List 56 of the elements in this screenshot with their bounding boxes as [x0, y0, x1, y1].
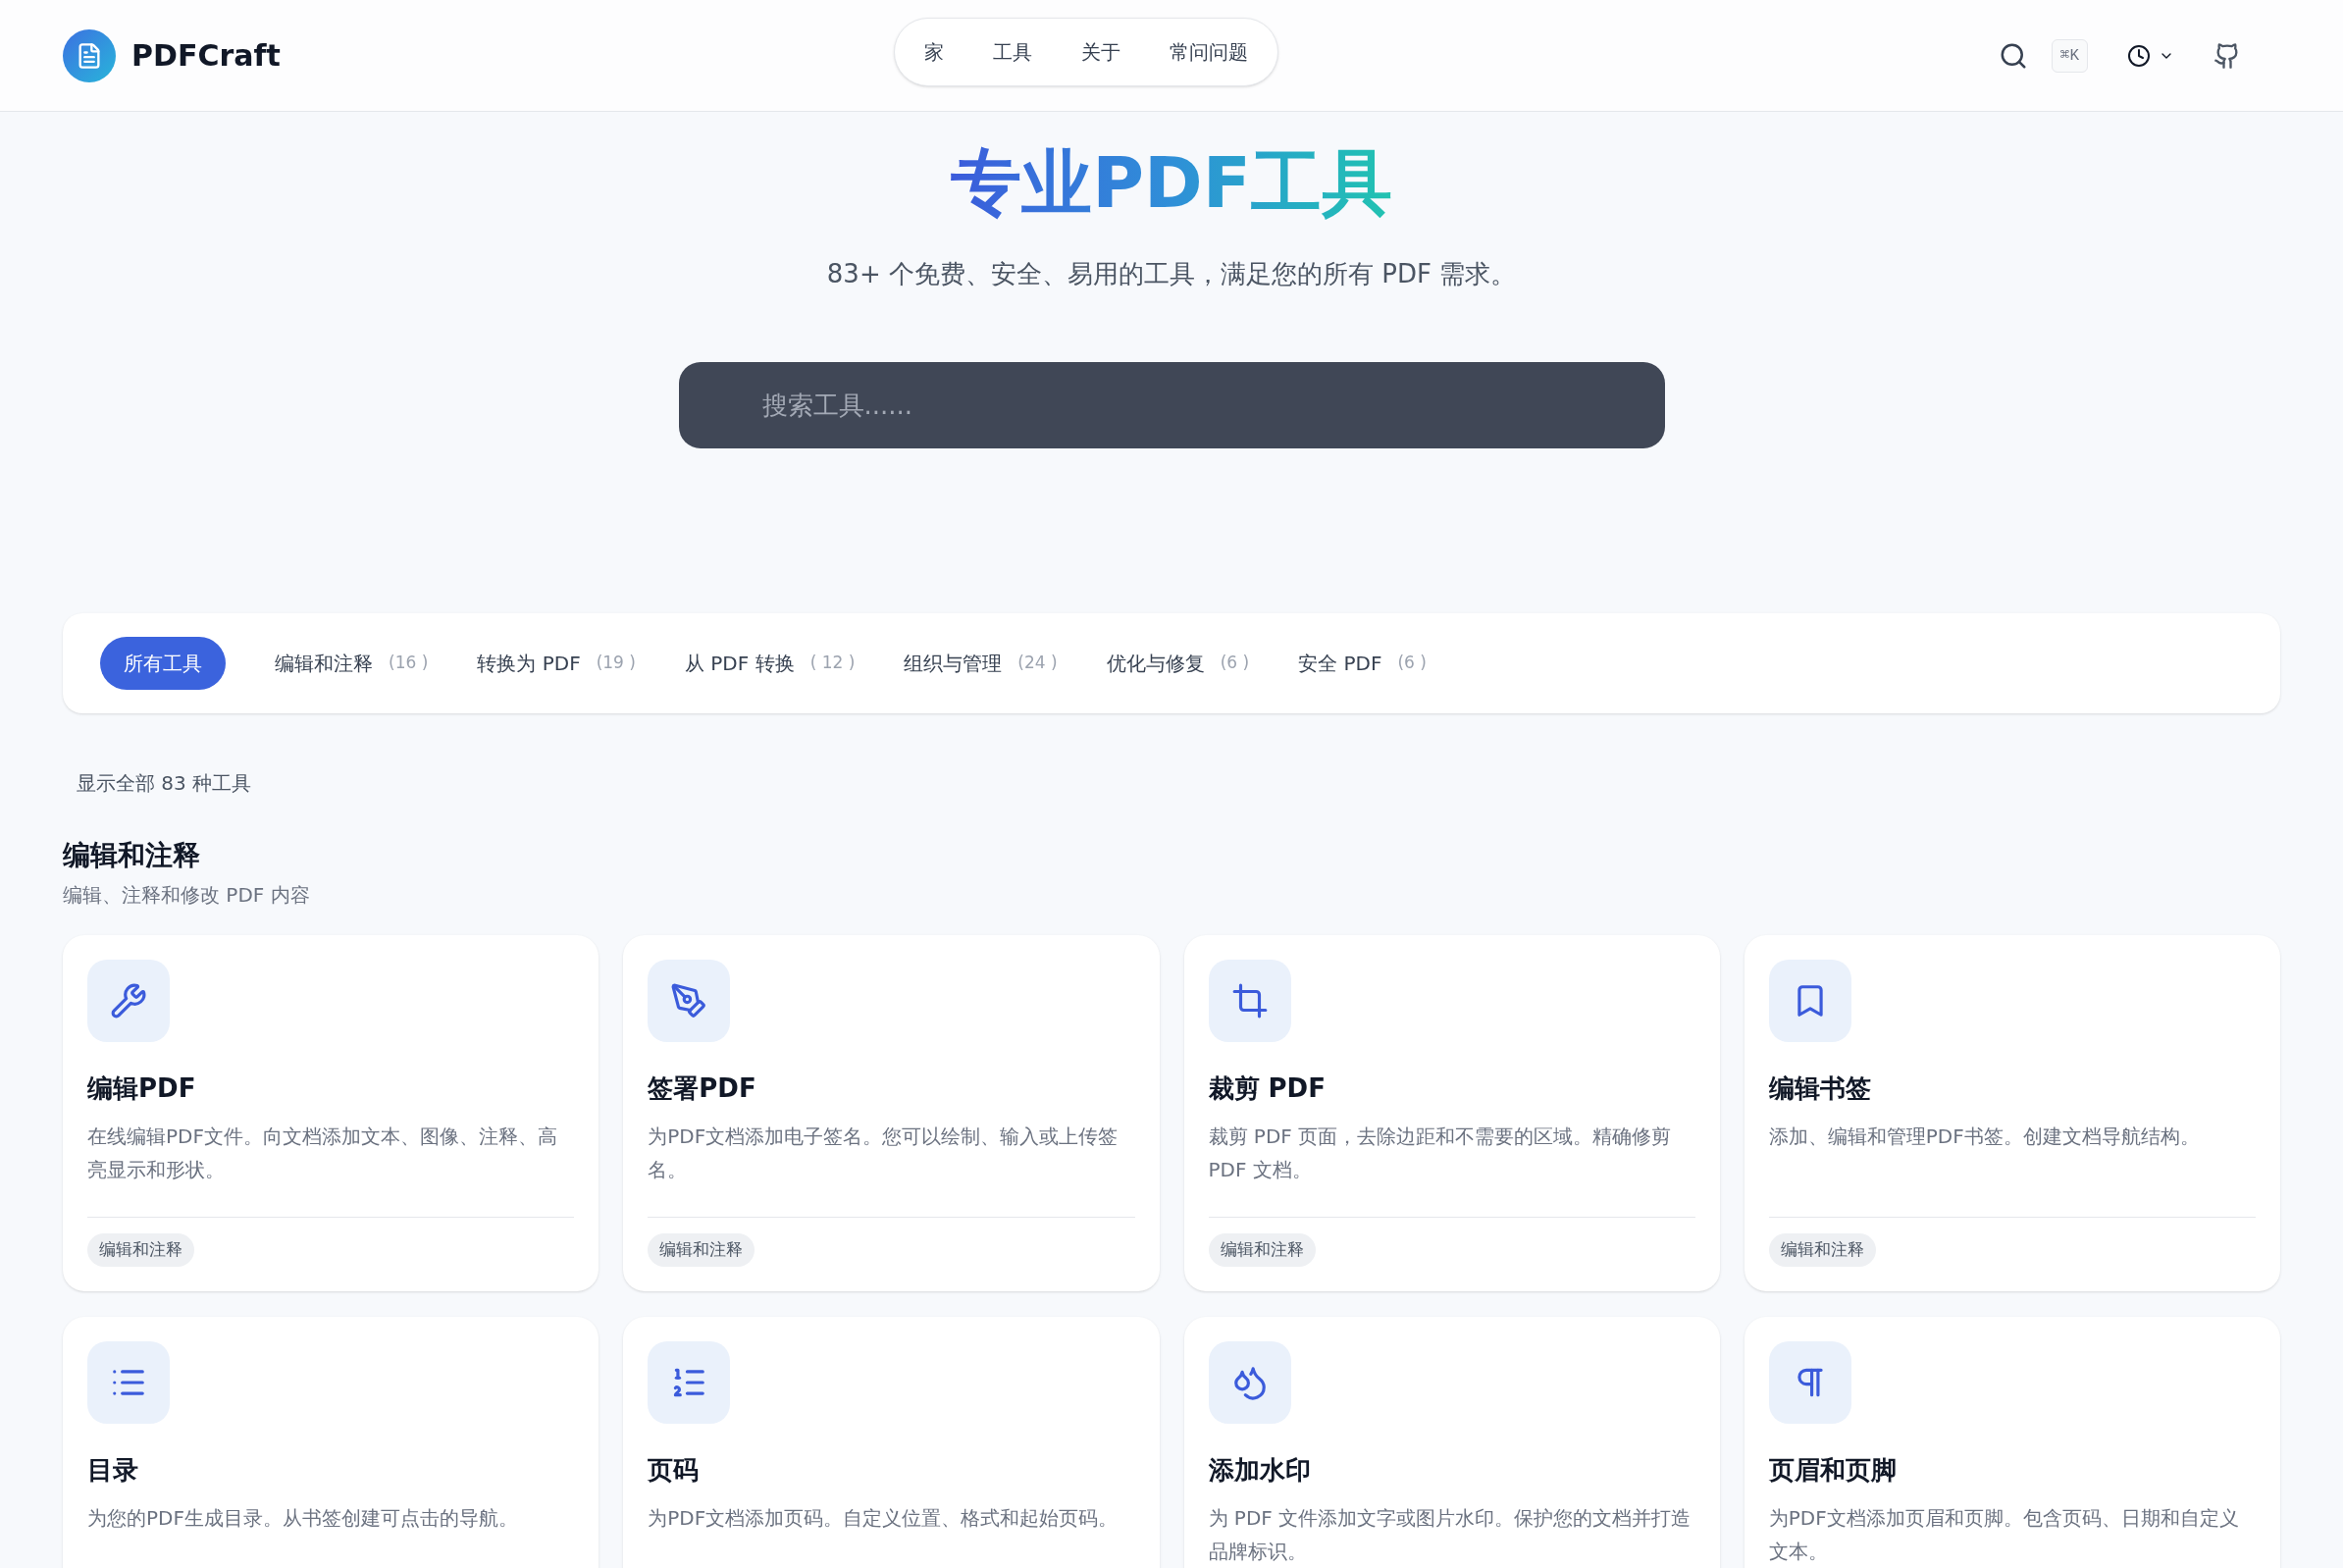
- droplets-icon: [1208, 1340, 1291, 1424]
- tool-card[interactable]: 签署PDF 为PDF文档添加电子签名。您可以绘制、输入或上传签名。 编辑和注释: [623, 934, 1160, 1291]
- tool-title: 页码: [648, 1453, 701, 1487]
- tool-card[interactable]: 编辑PDF 在线编辑PDF文件。向文档添加文本、图像、注释、高亮显示和形状。 编辑和注释: [63, 934, 599, 1291]
- tool-title: 签署PDF: [648, 1071, 757, 1105]
- tool-title: 编辑PDF: [87, 1071, 197, 1105]
- nav-link[interactable]: 家: [924, 37, 944, 67]
- hero-subtitle: 83+ 个免费、安全、易用的工具，满足您的所有 PDF 需求。: [826, 257, 1517, 290]
- nav-link[interactable]: 关于: [1081, 37, 1120, 67]
- category-tag: 编辑和注释: [87, 1233, 194, 1267]
- tool-card[interactable]: 添加水印 为 PDF 文件添加文字或图片水印。保护您的文档并打造品牌标识。: [1183, 1316, 1720, 1568]
- section-title: 编辑和注释: [63, 837, 201, 873]
- category-tab[interactable]: 转换为 PDF (19 ): [477, 636, 636, 690]
- logo-icon: [63, 28, 116, 82]
- nav-link[interactable]: 常问问题: [1170, 37, 1248, 67]
- tool-title: 编辑书签: [1768, 1071, 1872, 1105]
- tool-description: 为 PDF 文件添加文字或图片水印。保护您的文档并打造品牌标识。: [1208, 1504, 1692, 1565]
- numbered-list-icon: [648, 1340, 731, 1424]
- category-tab[interactable]: 从 PDF 转换 ( 12 ): [684, 636, 856, 690]
- wrench-icon: [87, 959, 170, 1042]
- tool-card[interactable]: 页眉和页脚 为PDF文档添加页眉和页脚。包含页码、日期和自定义文本。: [1744, 1316, 2280, 1568]
- tool-description: 裁剪 PDF 页面，去除边距和不需要的区域。精确修剪 PDF 文档。: [1208, 1123, 1673, 1183]
- category-tag: 编辑和注释: [1768, 1233, 1876, 1267]
- category-tag: 编辑和注释: [1208, 1233, 1316, 1267]
- tool-card[interactable]: 裁剪 PDF 裁剪 PDF 页面，去除边距和不需要的区域。精确修剪 PDF 文档。 编辑和注释: [1183, 934, 1720, 1291]
- category-tab[interactable]: 组织与管理 (24 ): [904, 636, 1058, 690]
- tool-card[interactable]: 页码 为PDF文档添加页码。自定义位置、格式和起始页码。: [623, 1316, 1160, 1568]
- tool-title: 页眉和页脚: [1768, 1453, 1898, 1487]
- pen-nib-icon: [648, 959, 731, 1042]
- tool-card[interactable]: 编辑书签 添加、编辑和管理PDF书签。创建文档导航结构。 编辑和注释: [1744, 934, 2280, 1291]
- section-description: 编辑、注释和修改 PDF 内容: [63, 881, 311, 909]
- shortcut-key: ⌘K: [2051, 38, 2088, 73]
- category-tag: 编辑和注释: [648, 1233, 755, 1267]
- category-tab[interactable]: 编辑和注释 (16 ): [275, 636, 429, 690]
- bookmark-icon: [1768, 959, 1851, 1042]
- nav-link[interactable]: 工具: [993, 37, 1032, 67]
- result-count: 显示全部 83 种工具: [77, 769, 253, 797]
- pilcrow-icon: [1768, 1340, 1851, 1424]
- tool-description: 添加、编辑和管理PDF书签。创建文档导航结构。: [1768, 1123, 2201, 1150]
- tool-description: 为PDF文档添加页码。自定义位置、格式和起始页码。: [648, 1504, 1119, 1532]
- tool-description: 为PDF文档添加页眉和页脚。包含页码、日期和自定义文本。: [1768, 1504, 2240, 1565]
- tool-title: 裁剪 PDF: [1208, 1071, 1327, 1105]
- tool-description: 为PDF文档添加电子签名。您可以绘制、输入或上传签名。: [648, 1123, 1119, 1183]
- logo-text: PDFCraft: [131, 37, 281, 75]
- search-field[interactable]: 搜索工具......: [678, 361, 1665, 448]
- category-tab[interactable]: 优化与修复 (6 ): [1106, 636, 1250, 690]
- category-tab[interactable]: 所有工具: [100, 636, 226, 690]
- crop-icon: [1208, 959, 1291, 1042]
- tool-title: 添加水印: [1208, 1453, 1312, 1487]
- tool-description: 为您的PDF生成目录。从书签创建可点击的导航。: [87, 1504, 519, 1532]
- clock-icon: [2127, 43, 2151, 68]
- tool-card[interactable]: 目录 为您的PDF生成目录。从书签创建可点击的导航。: [63, 1316, 599, 1568]
- tool-description: 在线编辑PDF文件。向文档添加文本、图像、注释、高亮显示和形状。: [87, 1123, 558, 1183]
- category-tab[interactable]: 安全 PDF (6 ): [1298, 636, 1427, 690]
- tool-title: 目录: [87, 1453, 139, 1487]
- list-icon: [87, 1340, 170, 1424]
